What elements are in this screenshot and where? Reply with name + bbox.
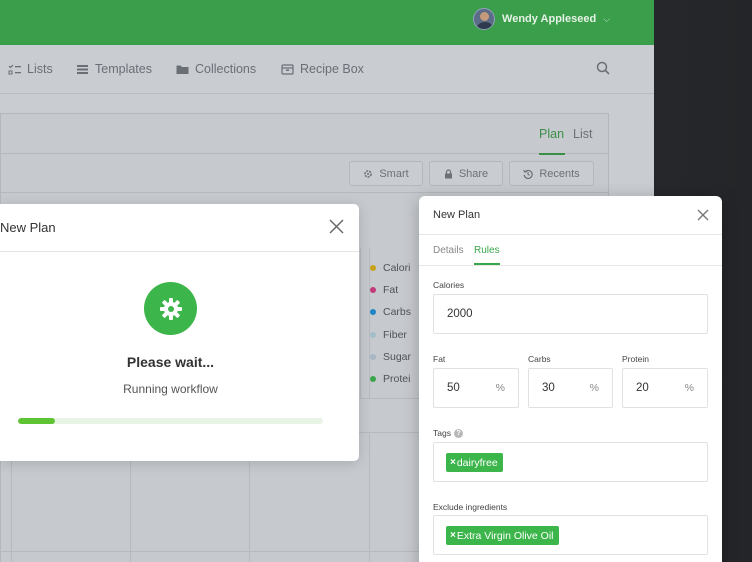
nav-item-templates[interactable]: Templates [76, 62, 152, 76]
avatar[interactable] [473, 8, 496, 30]
percent-unit: % [589, 382, 599, 394]
fat-input[interactable]: 50 % [433, 368, 519, 408]
dialog-title: New Plan [0, 220, 56, 235]
main-nav: Lists Templates Collections Recipe Box [0, 45, 654, 94]
gear-icon [364, 169, 373, 178]
tab-rules[interactable]: Rules [474, 245, 500, 256]
recents-button[interactable]: Recents [509, 161, 594, 186]
folder-icon [176, 65, 189, 74]
lock-icon [444, 168, 452, 178]
close-icon[interactable] [696, 208, 710, 222]
dialog-title: New Plan [433, 209, 481, 221]
chevron-down-icon: ⌵ [603, 13, 610, 24]
remove-tag-icon[interactable]: × [450, 530, 456, 541]
carbs-label: Carbs [528, 354, 551, 364]
divider [419, 234, 722, 235]
legend-item-fiber: Fiber [370, 329, 407, 341]
legend-item-carbs: Carbs [370, 306, 411, 318]
stack-icon [77, 64, 88, 74]
exclude-ingredients-label: Exclude ingredients [433, 502, 508, 512]
help-icon[interactable]: ? [453, 428, 463, 438]
percent-unit: % [495, 382, 505, 394]
wait-subtitle: Running workflow [123, 382, 218, 396]
grid-line [249, 460, 250, 562]
legend-item-sugar: Sugar [370, 351, 411, 363]
search-icon[interactable] [596, 61, 610, 75]
ingredient-chip[interactable]: × Extra Virgin Olive Oil [446, 526, 559, 545]
share-button[interactable]: Share [429, 161, 503, 186]
calories-input[interactable]: 2000 [433, 294, 708, 334]
user-name: Wendy Appleseed [502, 13, 597, 25]
fat-label: Fat [433, 354, 446, 364]
legend-item-fat: Fat [370, 284, 398, 296]
divider [1, 192, 608, 193]
tab-underline [539, 153, 565, 155]
user-menu[interactable]: Wendy Appleseed ⌵ [473, 7, 610, 31]
grid-line [11, 460, 12, 562]
protein-label: Protein [622, 354, 649, 364]
nav-label: Lists [27, 62, 53, 76]
tags-label: Tags ? [433, 428, 463, 438]
share-label: Share [458, 167, 489, 180]
smart-label: Smart [379, 167, 409, 180]
grid-line [0, 551, 420, 552]
nav-item-recipe-box[interactable]: Recipe Box [281, 62, 364, 76]
nav-label: Templates [95, 62, 152, 76]
nav-item-lists[interactable]: Lists [8, 62, 53, 76]
panel-header: Plan List [1, 114, 608, 155]
nav-label: Collections [195, 62, 257, 76]
top-bar: Wendy Appleseed ⌵ [0, 0, 654, 45]
protein-input[interactable]: 20 % [622, 368, 708, 408]
tag-chip[interactable]: × dairyfree [446, 453, 503, 472]
remove-tag-icon[interactable]: × [450, 457, 456, 468]
recents-label: Recents [539, 167, 580, 180]
progress-fill [18, 418, 55, 424]
legend-item-calories: Calori [370, 262, 410, 274]
nav-item-collections[interactable]: Collections [176, 62, 256, 76]
box-icon [281, 63, 294, 75]
grid-line [369, 432, 370, 562]
new-plan-dialog: New Plan Details Rules Calories 2000 Fat… [419, 196, 722, 562]
close-icon[interactable] [328, 218, 345, 235]
checklist-icon [8, 64, 21, 74]
exclude-ingredients-input[interactable]: × Extra Virgin Olive Oil [433, 515, 708, 555]
grid-line [130, 460, 131, 562]
calories-label: Calories [433, 280, 465, 290]
carbs-input[interactable]: 30 % [528, 368, 613, 408]
tab-list[interactable]: List [573, 127, 592, 141]
percent-unit: % [684, 382, 694, 394]
nav-label: Recipe Box [300, 62, 364, 76]
workflow-status-badge [144, 282, 197, 335]
gear-icon [159, 297, 182, 320]
tab-plan[interactable]: Plan [539, 127, 564, 141]
tab-details[interactable]: Details [433, 245, 464, 256]
smart-button[interactable]: Smart [349, 161, 423, 186]
tags-input[interactable]: × dairyfree [433, 442, 708, 482]
history-icon [523, 169, 534, 179]
grid-line [360, 248, 361, 398]
progress-bar [18, 418, 323, 424]
progress-dialog: New Plan Please wait... Running workflow [0, 204, 359, 461]
legend-item-protein: Protei [370, 373, 410, 385]
wait-heading: Please wait... [126, 354, 215, 370]
divider [0, 251, 359, 252]
divider [419, 265, 722, 266]
